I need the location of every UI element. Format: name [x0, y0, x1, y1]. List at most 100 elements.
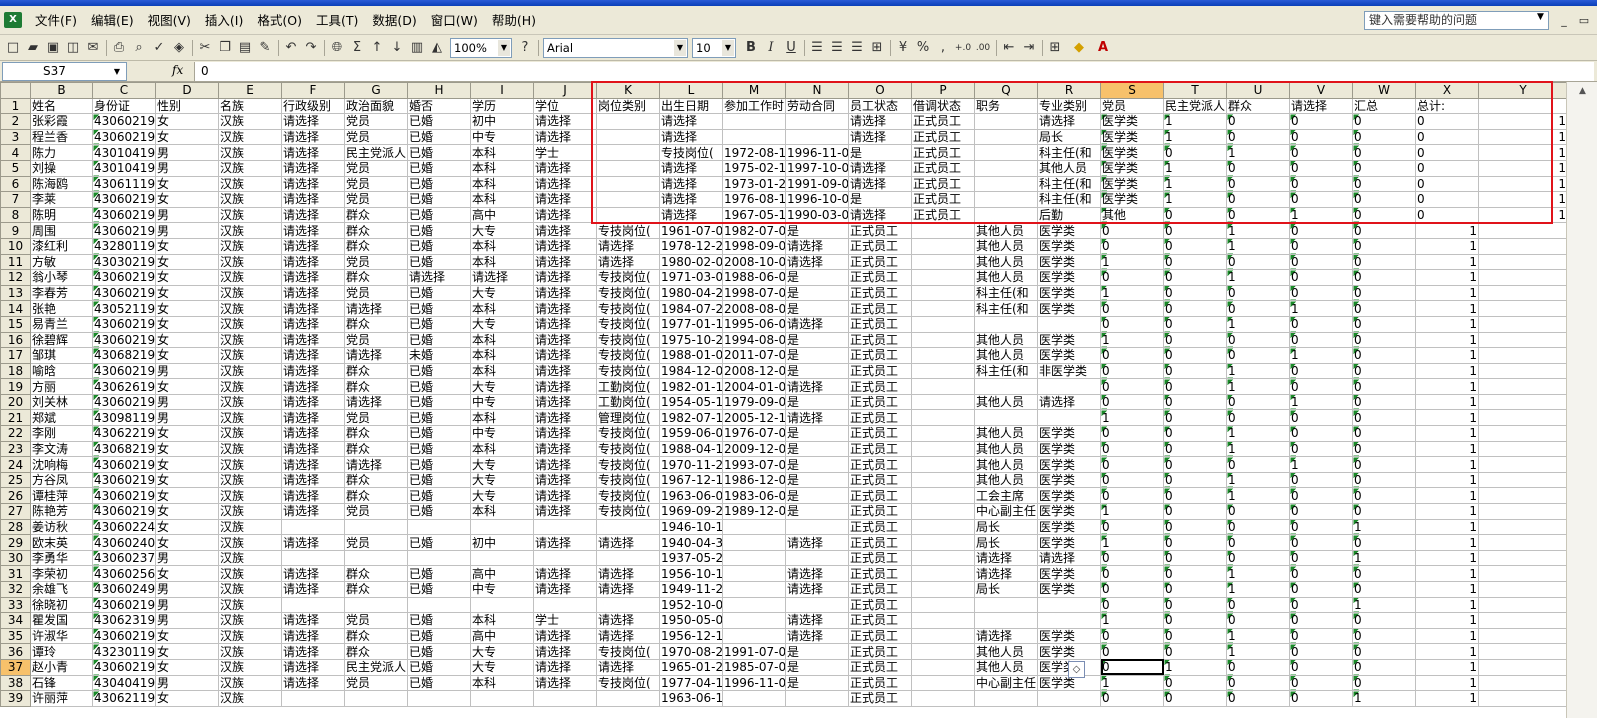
cell[interactable]: 请选择	[533, 456, 597, 473]
cell[interactable]: 汇总	[1352, 97, 1416, 115]
cell[interactable]: 中心副主任	[974, 503, 1038, 520]
cell[interactable]: 医学类	[1037, 269, 1101, 286]
cell[interactable]: 0	[1352, 191, 1416, 208]
cell[interactable]: 局长	[1037, 128, 1101, 146]
cell[interactable]: 其他人员	[1037, 159, 1101, 177]
cell[interactable]: 本科	[470, 409, 534, 427]
cell[interactable]: 0	[1226, 331, 1290, 349]
cell[interactable]: 0	[1100, 581, 1164, 598]
print-icon[interactable]: ⎙	[110, 39, 128, 57]
cell[interactable]: 已婚	[407, 565, 471, 582]
cell[interactable]	[1478, 440, 1568, 458]
cell[interactable]: 0	[1163, 612, 1227, 629]
cell[interactable]: 女	[155, 518, 219, 536]
cell[interactable]: 请选择	[281, 581, 345, 598]
cell[interactable]: 本科	[470, 191, 534, 208]
cell[interactable]: 1	[1289, 206, 1353, 224]
cell[interactable]: 0	[1289, 581, 1353, 598]
cell[interactable]: 请选择	[596, 581, 660, 598]
cell[interactable]: 学士	[533, 144, 597, 161]
cell[interactable]	[1037, 596, 1101, 614]
cell[interactable]: 已婚	[407, 253, 471, 271]
cell[interactable]: 大专	[470, 222, 534, 239]
cell[interactable]: 请选择	[281, 113, 345, 130]
cell[interactable]: 430104197	[92, 159, 156, 177]
cell[interactable]: 已婚	[407, 378, 471, 395]
cell[interactable]: 女	[155, 534, 219, 551]
cell[interactable]	[1478, 378, 1568, 395]
cell[interactable]: 男	[155, 674, 219, 692]
cell[interactable]	[596, 690, 660, 707]
cell[interactable]	[1478, 674, 1568, 692]
align-center-icon[interactable]: ☰	[828, 39, 846, 57]
cell[interactable]: 正式员工	[848, 565, 912, 582]
cell[interactable]: 1956-12-1	[659, 627, 723, 645]
cell[interactable]: 男	[155, 612, 219, 629]
row-header[interactable]: 25	[0, 471, 31, 489]
cell[interactable]: 请选择	[281, 269, 345, 286]
cell[interactable]: 1	[1415, 658, 1479, 676]
cell[interactable]: 2008-10-0	[722, 253, 786, 271]
cell[interactable]: 其他人员	[974, 456, 1038, 473]
cell[interactable]: 汉族	[218, 284, 282, 302]
cell[interactable]: 其他人员	[974, 253, 1038, 271]
cell[interactable]: 女	[155, 627, 219, 645]
cell[interactable]: 请选择	[533, 253, 597, 271]
cell[interactable]: 0	[1352, 565, 1416, 582]
cell[interactable]: 1	[1415, 378, 1479, 395]
cell[interactable]: 专技岗位(	[596, 331, 660, 349]
cell[interactable]: 请选择	[848, 159, 912, 177]
cell[interactable]: 0	[1226, 206, 1290, 224]
cell[interactable]	[596, 159, 660, 177]
cell[interactable]: 0	[1289, 144, 1353, 161]
cell[interactable]: 汉族	[218, 144, 282, 161]
cell[interactable]	[722, 596, 786, 614]
cell[interactable]: 汉族	[218, 596, 282, 614]
chart-wizard-icon[interactable]: ▥	[408, 39, 426, 57]
column-header-b[interactable]: B	[30, 82, 93, 99]
cell[interactable]: 科主任(和	[1037, 175, 1101, 193]
cell[interactable]	[911, 237, 975, 255]
cell[interactable]	[911, 581, 975, 598]
cell[interactable]: 本科	[470, 300, 534, 317]
row-header[interactable]: 8	[0, 206, 31, 224]
cell[interactable]: 1	[1352, 549, 1416, 567]
cell[interactable]: 刘关林	[30, 393, 93, 411]
cell[interactable]: 0	[1289, 674, 1353, 692]
cell[interactable]: 女	[155, 565, 219, 582]
cell[interactable]: 1988-06-0	[722, 269, 786, 286]
cell[interactable]: 专技岗位(	[596, 471, 660, 489]
cell[interactable]: 喻晗	[30, 362, 93, 380]
cell[interactable]: 0	[1100, 393, 1164, 411]
cell[interactable]: 汉族	[218, 378, 282, 395]
cell[interactable]: 请选择	[533, 581, 597, 598]
cell[interactable]: 0	[1352, 627, 1416, 645]
error-checking-icon[interactable]: ◇	[1068, 661, 1085, 678]
cell[interactable]: 1	[1226, 487, 1290, 505]
cell[interactable]: 1	[1226, 440, 1290, 458]
cell[interactable]: 0	[1226, 549, 1290, 567]
cell[interactable]: 请选择	[533, 315, 597, 333]
cell[interactable]: 0	[1163, 674, 1227, 692]
cell[interactable]: 请选择	[533, 643, 597, 660]
row-header[interactable]: 6	[0, 175, 31, 193]
cell[interactable]	[911, 440, 975, 458]
cell[interactable]: 0	[1226, 284, 1290, 302]
cell[interactable]: 本科	[470, 674, 534, 692]
cell[interactable]: 正式员工	[848, 440, 912, 458]
cell[interactable]: 1956-10-1	[659, 565, 723, 582]
cell[interactable]: 0	[1352, 113, 1416, 130]
cell[interactable]: 汉族	[218, 300, 282, 317]
cell[interactable]: 是	[848, 191, 912, 208]
cell[interactable]: 请选择	[785, 565, 849, 582]
cell[interactable]: 汉族	[218, 269, 282, 286]
cell[interactable]: 本科	[470, 253, 534, 271]
cell[interactable]	[722, 627, 786, 645]
cell[interactable]: 正式员工	[848, 300, 912, 317]
cell[interactable]	[407, 549, 471, 567]
row-header[interactable]: 39	[0, 690, 31, 707]
cell[interactable]: 1	[1415, 596, 1479, 614]
cell[interactable]: 是	[785, 487, 849, 505]
cell[interactable]	[1478, 393, 1568, 411]
cell[interactable]	[974, 191, 1038, 208]
